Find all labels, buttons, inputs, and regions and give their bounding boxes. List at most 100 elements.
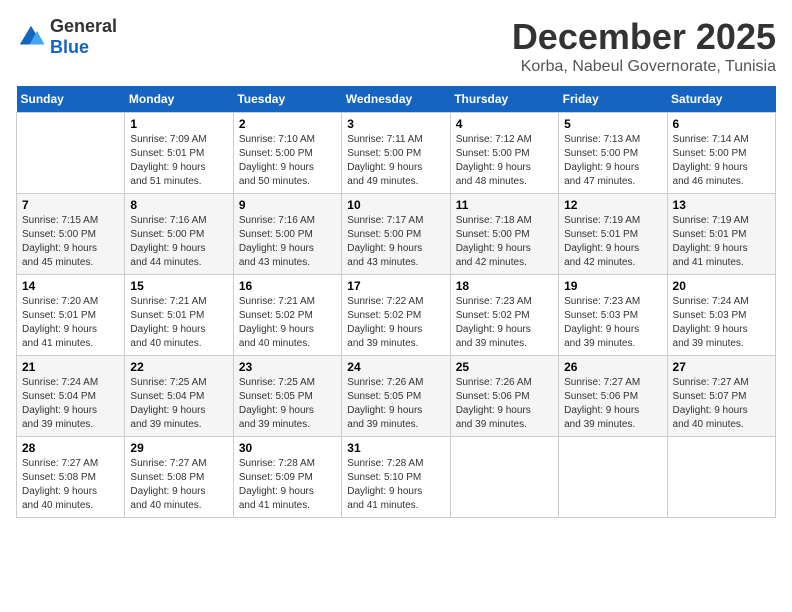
day-info: Sunrise: 7:21 AM Sunset: 5:02 PM Dayligh… xyxy=(239,295,336,351)
day-info: Sunrise: 7:15 AM Sunset: 5:00 PM Dayligh… xyxy=(22,214,119,270)
header-day-tuesday: Tuesday xyxy=(233,86,341,113)
calendar-cell: 18 Sunrise: 7:23 AM Sunset: 5:02 PM Dayli… xyxy=(450,275,558,356)
day-info: Sunrise: 7:16 AM Sunset: 5:00 PM Dayligh… xyxy=(239,214,336,270)
calendar-cell: 21 Sunrise: 7:24 AM Sunset: 5:04 PM Dayli… xyxy=(17,356,125,437)
calendar-cell: 27Sunrise: 7:27 AM Sunset: 5:07 PM Dayli… xyxy=(667,356,775,437)
calendar-cell: 24 Sunrise: 7:26 AM Sunset: 5:05 PM Dayli… xyxy=(342,356,450,437)
header-row: SundayMondayTuesdayWednesdayThursdayFrid… xyxy=(17,86,776,113)
day-info: Sunrise: 7:13 AM Sunset: 5:00 PM Dayligh… xyxy=(564,133,661,189)
day-number: 29 xyxy=(130,441,227,455)
day-number: 20 xyxy=(673,279,770,293)
day-number: 10 xyxy=(347,198,444,212)
day-info: Sunrise: 7:26 AM Sunset: 5:05 PM Dayligh… xyxy=(347,376,444,432)
day-number: 25 xyxy=(456,360,553,374)
header-day-thursday: Thursday xyxy=(450,86,558,113)
day-number: 17 xyxy=(347,279,444,293)
day-number: 18 xyxy=(456,279,553,293)
day-info: Sunrise: 7:20 AM Sunset: 5:01 PM Dayligh… xyxy=(22,295,119,351)
day-number: 23 xyxy=(239,360,336,374)
day-info: Sunrise: 7:26 AM Sunset: 5:06 PM Dayligh… xyxy=(456,376,553,432)
day-info: Sunrise: 7:23 AM Sunset: 5:02 PM Dayligh… xyxy=(456,295,553,351)
header-day-saturday: Saturday xyxy=(667,86,775,113)
day-info: Sunrise: 7:09 AM Sunset: 5:01 PM Dayligh… xyxy=(130,133,227,189)
calendar-cell: 2 Sunrise: 7:10 AM Sunset: 5:00 PM Daylig… xyxy=(233,113,341,194)
calendar-cell xyxy=(17,113,125,194)
day-number: 15 xyxy=(130,279,227,293)
day-info: Sunrise: 7:10 AM Sunset: 5:00 PM Dayligh… xyxy=(239,133,336,189)
day-info: Sunrise: 7:17 AM Sunset: 5:00 PM Dayligh… xyxy=(347,214,444,270)
calendar-cell: 1Sunrise: 7:09 AM Sunset: 5:01 PM Daylig… xyxy=(125,113,233,194)
calendar-cell: 19 Sunrise: 7:23 AM Sunset: 5:03 PM Dayli… xyxy=(559,275,667,356)
logo-icon xyxy=(16,22,46,52)
calendar-cell: 14Sunrise: 7:20 AM Sunset: 5:01 PM Dayli… xyxy=(17,275,125,356)
calendar-cell: 9 Sunrise: 7:16 AM Sunset: 5:00 PM Daylig… xyxy=(233,194,341,275)
day-info: Sunrise: 7:24 AM Sunset: 5:03 PM Dayligh… xyxy=(673,295,770,351)
day-number: 31 xyxy=(347,441,444,455)
calendar-cell: 31 Sunrise: 7:28 AM Sunset: 5:10 PM Dayli… xyxy=(342,437,450,518)
calendar-cell: 10 Sunrise: 7:17 AM Sunset: 5:00 PM Dayli… xyxy=(342,194,450,275)
week-row-1: 1Sunrise: 7:09 AM Sunset: 5:01 PM Daylig… xyxy=(17,113,776,194)
calendar-cell: 15 Sunrise: 7:21 AM Sunset: 5:01 PM Dayli… xyxy=(125,275,233,356)
calendar-cell: 20 Sunrise: 7:24 AM Sunset: 5:03 PM Dayli… xyxy=(667,275,775,356)
logo-general: General xyxy=(50,16,117,36)
day-number: 3 xyxy=(347,117,444,131)
day-number: 7 xyxy=(22,198,119,212)
day-number: 19 xyxy=(564,279,661,293)
day-info: Sunrise: 7:25 AM Sunset: 5:04 PM Dayligh… xyxy=(130,376,227,432)
day-info: Sunrise: 7:25 AM Sunset: 5:05 PM Dayligh… xyxy=(239,376,336,432)
week-row-2: 7 Sunrise: 7:15 AM Sunset: 5:00 PM Daylig… xyxy=(17,194,776,275)
calendar-cell: 12Sunrise: 7:19 AM Sunset: 5:01 PM Dayli… xyxy=(559,194,667,275)
calendar-cell: 26Sunrise: 7:27 AM Sunset: 5:06 PM Dayli… xyxy=(559,356,667,437)
logo: General Blue xyxy=(16,16,117,58)
day-number: 28 xyxy=(22,441,119,455)
day-number: 21 xyxy=(22,360,119,374)
day-info: Sunrise: 7:24 AM Sunset: 5:04 PM Dayligh… xyxy=(22,376,119,432)
day-info: Sunrise: 7:27 AM Sunset: 5:08 PM Dayligh… xyxy=(22,457,119,513)
calendar-cell: 25 Sunrise: 7:26 AM Sunset: 5:06 PM Dayli… xyxy=(450,356,558,437)
day-number: 16 xyxy=(239,279,336,293)
calendar-table: SundayMondayTuesdayWednesdayThursdayFrid… xyxy=(16,86,776,518)
day-info: Sunrise: 7:19 AM Sunset: 5:01 PM Dayligh… xyxy=(673,214,770,270)
calendar-header: SundayMondayTuesdayWednesdayThursdayFrid… xyxy=(17,86,776,113)
day-info: Sunrise: 7:16 AM Sunset: 5:00 PM Dayligh… xyxy=(130,214,227,270)
day-number: 30 xyxy=(239,441,336,455)
day-info: Sunrise: 7:14 AM Sunset: 5:00 PM Dayligh… xyxy=(673,133,770,189)
calendar-cell: 6Sunrise: 7:14 AM Sunset: 5:00 PM Daylig… xyxy=(667,113,775,194)
day-number: 26 xyxy=(564,360,661,374)
calendar-cell: 23 Sunrise: 7:25 AM Sunset: 5:05 PM Dayli… xyxy=(233,356,341,437)
calendar-cell xyxy=(559,437,667,518)
day-number: 12 xyxy=(564,198,661,212)
day-info: Sunrise: 7:12 AM Sunset: 5:00 PM Dayligh… xyxy=(456,133,553,189)
header: General Blue December 2025 Korba, Nabeul… xyxy=(16,16,776,76)
calendar-cell: 29 Sunrise: 7:27 AM Sunset: 5:08 PM Dayli… xyxy=(125,437,233,518)
header-day-sunday: Sunday xyxy=(17,86,125,113)
calendar-cell: 3 Sunrise: 7:11 AM Sunset: 5:00 PM Daylig… xyxy=(342,113,450,194)
week-row-5: 28 Sunrise: 7:27 AM Sunset: 5:08 PM Dayli… xyxy=(17,437,776,518)
logo-blue: Blue xyxy=(50,37,89,57)
day-number: 8 xyxy=(130,198,227,212)
header-day-friday: Friday xyxy=(559,86,667,113)
page-title: December 2025 xyxy=(512,16,776,58)
day-info: Sunrise: 7:11 AM Sunset: 5:00 PM Dayligh… xyxy=(347,133,444,189)
calendar-cell xyxy=(450,437,558,518)
day-info: Sunrise: 7:27 AM Sunset: 5:08 PM Dayligh… xyxy=(130,457,227,513)
page-subtitle: Korba, Nabeul Governorate, Tunisia xyxy=(512,58,776,76)
calendar-cell: 5Sunrise: 7:13 AM Sunset: 5:00 PM Daylig… xyxy=(559,113,667,194)
day-number: 11 xyxy=(456,198,553,212)
day-number: 9 xyxy=(239,198,336,212)
calendar-cell: 16 Sunrise: 7:21 AM Sunset: 5:02 PM Dayli… xyxy=(233,275,341,356)
day-number: 27 xyxy=(673,360,770,374)
calendar-cell: 13Sunrise: 7:19 AM Sunset: 5:01 PM Dayli… xyxy=(667,194,775,275)
day-info: Sunrise: 7:22 AM Sunset: 5:02 PM Dayligh… xyxy=(347,295,444,351)
calendar-cell: 11Sunrise: 7:18 AM Sunset: 5:00 PM Dayli… xyxy=(450,194,558,275)
day-number: 24 xyxy=(347,360,444,374)
week-row-4: 21 Sunrise: 7:24 AM Sunset: 5:04 PM Dayli… xyxy=(17,356,776,437)
day-number: 2 xyxy=(239,117,336,131)
day-info: Sunrise: 7:28 AM Sunset: 5:10 PM Dayligh… xyxy=(347,457,444,513)
calendar-cell: 4Sunrise: 7:12 AM Sunset: 5:00 PM Daylig… xyxy=(450,113,558,194)
day-info: Sunrise: 7:23 AM Sunset: 5:03 PM Dayligh… xyxy=(564,295,661,351)
header-day-wednesday: Wednesday xyxy=(342,86,450,113)
day-info: Sunrise: 7:21 AM Sunset: 5:01 PM Dayligh… xyxy=(130,295,227,351)
calendar-body: 1Sunrise: 7:09 AM Sunset: 5:01 PM Daylig… xyxy=(17,113,776,518)
day-info: Sunrise: 7:28 AM Sunset: 5:09 PM Dayligh… xyxy=(239,457,336,513)
